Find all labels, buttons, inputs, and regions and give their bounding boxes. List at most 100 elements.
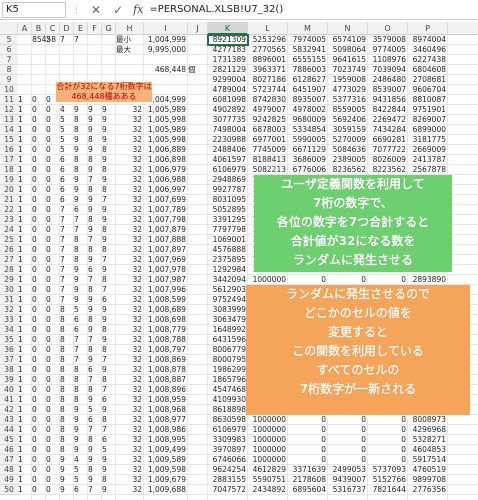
cell-a[interactable]: 1 [18, 135, 32, 145]
cell-j[interactable]: 個 [188, 65, 208, 75]
cell-b[interactable]: 0 [32, 465, 46, 475]
cell-i[interactable]: 1,007,996 [144, 285, 188, 295]
cell-f[interactable]: 5 [88, 405, 102, 415]
cell-e[interactable]: 9 [74, 415, 88, 425]
row-header[interactable]: 44 [0, 425, 18, 435]
cell-i[interactable]: 1,008,959 [144, 395, 188, 405]
cell-b[interactable]: 0 [32, 105, 46, 115]
formula-input[interactable]: =PERSONAL.XLSB!U7_32() [149, 4, 283, 15]
cell-d[interactable]: 8 [60, 385, 74, 395]
cell-h[interactable]: 32 [116, 275, 144, 285]
cell-i[interactable]: 1,009,679 [144, 475, 188, 485]
enter-icon[interactable]: ✓ [113, 3, 123, 17]
cell-c[interactable]: 0 [46, 335, 60, 345]
cell-k[interactable]: 4061597 [208, 155, 248, 165]
cell-o[interactable]: 8223562 [368, 165, 408, 175]
cell-h[interactable]: 32 [116, 175, 144, 185]
cell-m[interactable]: 5990005 [288, 135, 328, 145]
cell-e[interactable]: 9 [74, 445, 88, 455]
cell-l[interactable]: 5082213 [248, 165, 288, 175]
cell-c[interactable]: 0 [46, 415, 60, 425]
cell-i[interactable]: 1,006,889 [144, 145, 188, 155]
cell-b[interactable]: 0 [32, 485, 46, 495]
cell-e[interactable]: 8 [74, 165, 88, 175]
cell-m[interactable]: 4978002 [288, 105, 328, 115]
cell-b[interactable]: 0 [32, 115, 46, 125]
cell-c[interactable]: 0 [46, 295, 60, 305]
cell-k[interactable]: 6081098 [208, 95, 248, 105]
cell-c[interactable]: 0 [46, 465, 60, 475]
cell-c[interactable]: 0 [46, 395, 60, 405]
cell-g[interactable]: 8 [102, 245, 116, 255]
column-header-c[interactable]: C [46, 22, 60, 35]
row-header[interactable]: 18 [0, 165, 18, 175]
cell-g[interactable]: 7 [102, 385, 116, 395]
cell-d[interactable]: 7 [60, 265, 74, 275]
cell-h[interactable]: 32 [116, 305, 144, 315]
cell-l[interactable]: 6977001 [248, 135, 288, 145]
cell-f[interactable]: 8 [88, 215, 102, 225]
cell-o[interactable]: 3579008 [368, 35, 408, 45]
cell-k[interactable]: 3442094 [208, 275, 248, 285]
cell-n[interactable]: 5098064 [328, 45, 368, 55]
cell-f[interactable]: 9 [88, 325, 102, 335]
cell-c[interactable]: 0 [46, 435, 60, 445]
cell-e[interactable]: 5 [74, 465, 88, 475]
row-header[interactable]: 29 [0, 275, 18, 285]
cell-d[interactable]: 7 [60, 285, 74, 295]
cell-a[interactable]: 1 [18, 405, 32, 415]
cell-e[interactable]: 9 [74, 275, 88, 285]
cell-n[interactable]: 7023749 [328, 65, 368, 75]
cell-o[interactable]: 0 [368, 445, 408, 455]
cell-k[interactable]: 6431596 [208, 335, 248, 345]
cell-h[interactable]: 32 [116, 355, 144, 365]
cell-d[interactable]: 6 [60, 195, 74, 205]
row-header[interactable]: 27 [0, 255, 18, 265]
cell-b[interactable]: 0 [32, 135, 46, 145]
cell-b[interactable]: 0 [32, 355, 46, 365]
cell-p[interactable]: 8008973 [408, 415, 448, 425]
cell-k[interactable]: 8630598 [208, 415, 248, 425]
cell-a[interactable]: 1 [18, 105, 32, 115]
cell-a[interactable]: 1 [18, 455, 32, 465]
cell-g[interactable]: 7 [102, 195, 116, 205]
cell-n[interactable]: 9641615 [328, 55, 368, 65]
cell-d[interactable]: 8 [60, 325, 74, 335]
row-header[interactable]: 13 [0, 115, 18, 125]
cell-e[interactable]: 8 [74, 375, 88, 385]
cell-o[interactable]: 0 [368, 425, 408, 435]
cell-c[interactable]: 0 [46, 365, 60, 375]
cell-h[interactable]: 32 [116, 455, 144, 465]
cell-g[interactable]: 6 [102, 295, 116, 305]
cell-k[interactable]: 4547468 [208, 385, 248, 395]
cell-k[interactable]: 2821129 [208, 65, 248, 75]
row-header[interactable]: 40 [0, 385, 18, 395]
cell-d[interactable]: 7 [60, 215, 74, 225]
cell-n[interactable]: 6574109 [328, 35, 368, 45]
cell-h[interactable]: 32 [116, 255, 144, 265]
row-header[interactable]: 45 [0, 435, 18, 445]
row-header[interactable]: 8 [0, 65, 18, 75]
cell-i[interactable]: 1,008,878 [144, 365, 188, 375]
cell-d[interactable]: 5 [60, 135, 74, 145]
cell-b[interactable]: 0 [32, 395, 46, 405]
cell-a[interactable]: 1 [18, 185, 32, 195]
cell-c[interactable]: 0 [46, 115, 60, 125]
cell-b[interactable]: 0 [32, 215, 46, 225]
cell-h[interactable]: 32 [116, 375, 144, 385]
cell-h[interactable]: 32 [116, 245, 144, 255]
cell-c[interactable]: 0 [46, 305, 60, 315]
cell-d[interactable]: 7 [60, 245, 74, 255]
cell-f[interactable]: 6 [88, 265, 102, 275]
row-header[interactable]: 16 [0, 145, 18, 155]
cell-c[interactable]: 0 [46, 445, 60, 455]
cell-e[interactable]: 9 [74, 175, 88, 185]
cell-c[interactable]: 0 [46, 175, 60, 185]
cell-o[interactable]: 2486480 [368, 75, 408, 85]
cell-l[interactable]: 1000000 [248, 415, 288, 425]
cell-b[interactable]: 0 [32, 145, 46, 155]
cell-f[interactable]: 9 [88, 105, 102, 115]
cell-b[interactable]: 0 [32, 315, 46, 325]
cell-l[interactable]: 4612829 [248, 465, 288, 475]
cell-m[interactable]: 0 [288, 425, 328, 435]
